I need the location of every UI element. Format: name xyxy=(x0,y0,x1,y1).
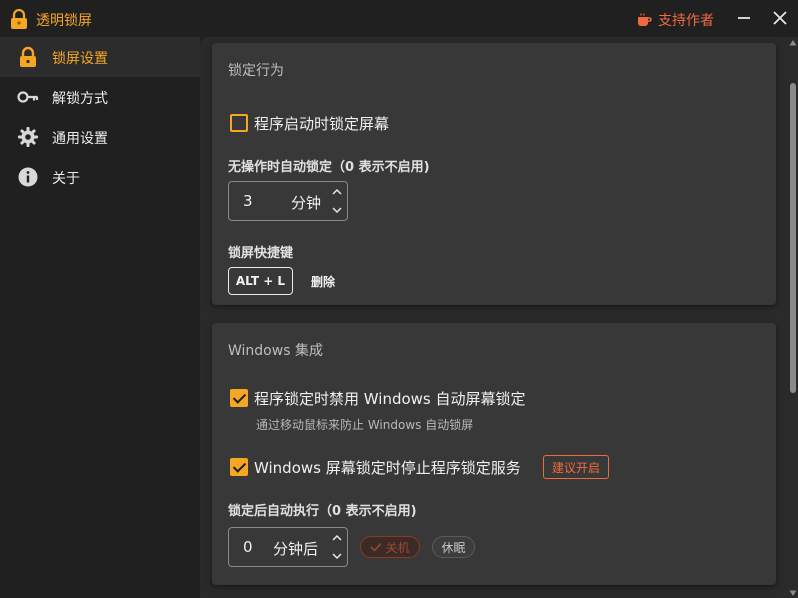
idle-lock-unit: 分钟 xyxy=(291,194,322,212)
gear-icon xyxy=(18,127,38,147)
disable-windows-lock-description: 通过移动鼠标来防止 Windows 自动锁屏 xyxy=(256,418,474,432)
settings-content: 锁定行为 程序启动时锁定屏幕 无操作时自动锁定（0 表示不启用) 3 分钟 锁屏… xyxy=(200,37,798,598)
disable-windows-lock-checkbox[interactable] xyxy=(230,389,248,407)
chevron-up-icon[interactable] xyxy=(329,185,345,199)
scroll-down-icon[interactable] xyxy=(789,589,797,597)
sidebar-item-unlock-methods[interactable]: 解锁方式 xyxy=(0,77,200,117)
disable-windows-lock-label: 程序锁定时禁用 Windows 自动屏幕锁定 xyxy=(254,390,526,408)
chevron-up-icon[interactable] xyxy=(329,531,345,545)
sleep-chip[interactable]: 休眠 xyxy=(432,536,475,558)
sidebar-item-label: 解锁方式 xyxy=(52,91,108,107)
sidebar-item-about[interactable]: 关于 xyxy=(0,157,200,197)
chevron-down-icon[interactable] xyxy=(329,549,345,563)
after-lock-unit: 分钟后 xyxy=(273,540,319,558)
lock-on-start-label: 程序启动时锁定屏幕 xyxy=(254,115,390,133)
shutdown-chip[interactable]: 关机 xyxy=(360,536,420,558)
lock-icon xyxy=(20,46,36,67)
delete-hotkey-button[interactable]: 删除 xyxy=(311,273,335,290)
hotkey-title: 锁屏快捷键 xyxy=(228,246,294,261)
section-title: 锁定行为 xyxy=(228,63,284,79)
coffee-cup-icon xyxy=(638,13,652,26)
sidebar-item-label: 关于 xyxy=(52,171,80,187)
scrollbar-thumb[interactable] xyxy=(790,83,796,393)
recommended-badge[interactable]: 建议开启 xyxy=(543,455,610,479)
title-bar: 透明锁屏 支持作者 xyxy=(0,0,798,37)
chevron-down-icon[interactable] xyxy=(329,203,345,217)
minimize-icon[interactable] xyxy=(734,8,754,28)
shutdown-label: 关机 xyxy=(385,540,410,555)
sidebar-item-lock-settings[interactable]: 锁屏设置 xyxy=(0,37,200,77)
idle-lock-value: 3 xyxy=(243,192,253,210)
hotkey-button[interactable]: ALT + L xyxy=(228,267,293,295)
after-lock-stepper[interactable]: 0 分钟后 xyxy=(228,527,348,567)
idle-lock-title: 无操作时自动锁定（0 表示不启用) xyxy=(228,160,430,175)
lock-icon xyxy=(11,9,27,29)
sidebar-item-label: 通用设置 xyxy=(52,131,108,147)
close-icon[interactable] xyxy=(770,8,790,28)
after-lock-title: 锁定后自动执行（0 表示不启用) xyxy=(228,504,417,519)
idle-lock-stepper[interactable]: 3 分钟 xyxy=(228,181,348,221)
check-icon xyxy=(370,542,383,552)
scroll-up-icon[interactable] xyxy=(789,39,797,47)
lock-behavior-card: 锁定行为 程序启动时锁定屏幕 无操作时自动锁定（0 表示不启用) 3 分钟 锁屏… xyxy=(212,43,776,305)
lock-on-start-checkbox[interactable] xyxy=(230,114,248,132)
sidebar-item-general-settings[interactable]: 通用设置 xyxy=(0,117,200,157)
app-title: 透明锁屏 xyxy=(36,13,92,29)
support-label: 支持作者 xyxy=(658,13,714,29)
support-author-button[interactable]: 支持作者 xyxy=(636,10,714,30)
sidebar-item-label: 锁屏设置 xyxy=(52,51,108,67)
after-lock-value: 0 xyxy=(243,538,253,556)
stop-on-windows-lock-label: Windows 屏幕锁定时停止程序锁定服务 xyxy=(254,459,521,477)
info-icon xyxy=(18,167,38,187)
stop-on-windows-lock-checkbox[interactable] xyxy=(230,458,248,476)
key-icon xyxy=(17,91,39,103)
section-title: Windows 集成 xyxy=(228,343,323,359)
windows-integration-card: Windows 集成 程序锁定时禁用 Windows 自动屏幕锁定 通过移动鼠标… xyxy=(212,323,776,585)
sidebar: 锁屏设置 解锁方式 通用设置 关于 xyxy=(0,37,200,598)
